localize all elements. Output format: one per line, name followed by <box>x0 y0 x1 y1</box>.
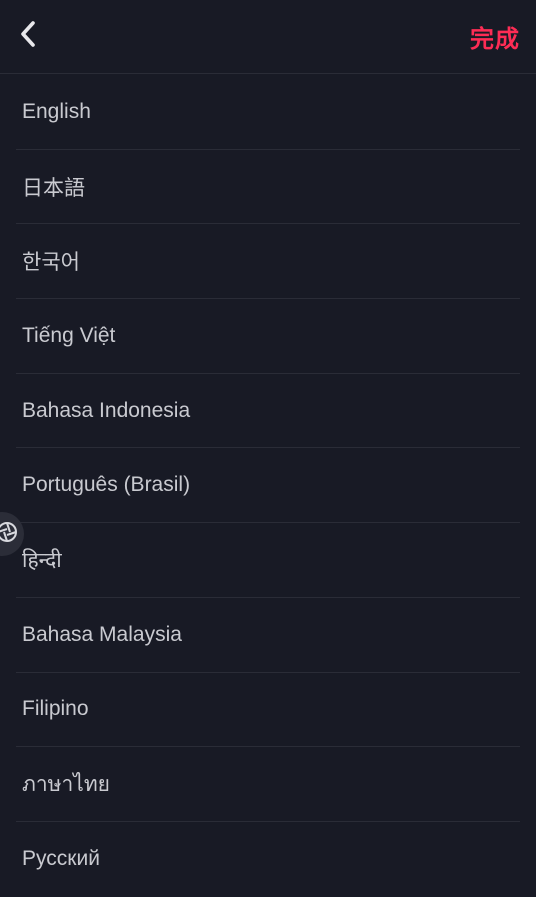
language-item-portuguese-brasil[interactable]: Português (Brasil) <box>16 448 520 524</box>
language-item-vietnamese[interactable]: Tiếng Việt <box>16 299 520 374</box>
language-item-japanese[interactable]: 日本語 <box>16 150 520 225</box>
language-list: English 日本語 한국어 Tiếng Việt Bahasa Indone… <box>0 75 536 897</box>
language-item-korean[interactable]: 한국어 <box>16 224 520 300</box>
done-button[interactable]: 完成 <box>470 18 520 54</box>
chevron-left-icon <box>17 19 39 54</box>
aperture-icon <box>0 521 18 548</box>
language-item-english[interactable]: English <box>16 75 520 150</box>
back-button[interactable] <box>12 18 44 54</box>
language-item-malaysian[interactable]: Bahasa Malaysia <box>16 598 520 673</box>
language-item-thai[interactable]: ภาษาไทย <box>16 747 520 822</box>
language-item-hindi[interactable]: हिन्दी <box>16 523 520 598</box>
language-item-filipino[interactable]: Filipino <box>16 673 520 748</box>
language-item-indonesian[interactable]: Bahasa Indonesia <box>16 374 520 449</box>
language-item-russian[interactable]: Русский <box>16 822 520 897</box>
top-bar: 完成 <box>0 0 536 74</box>
